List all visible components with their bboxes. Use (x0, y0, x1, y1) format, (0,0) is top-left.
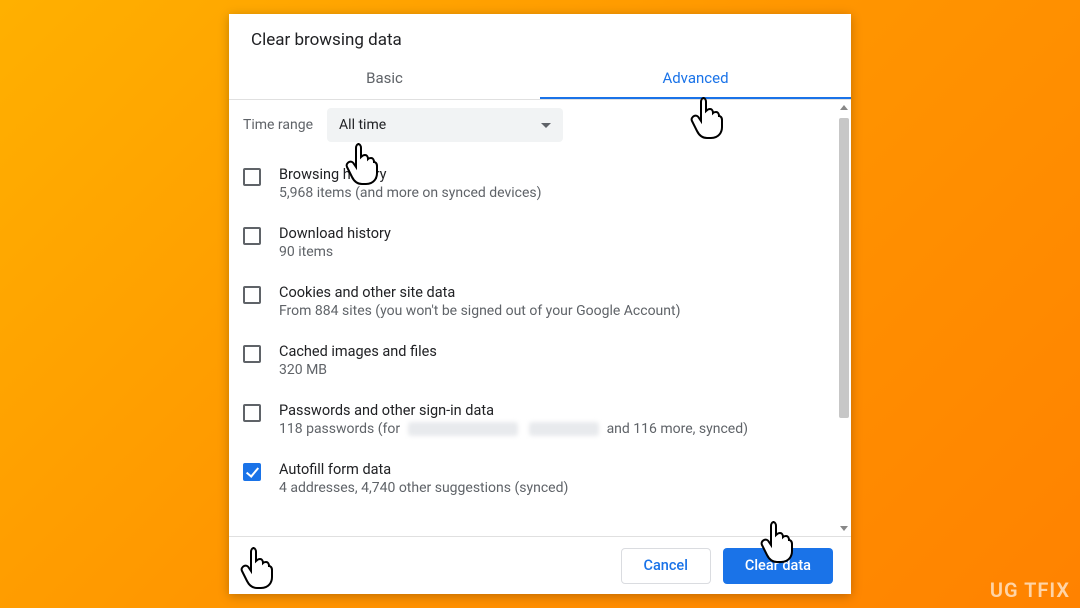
time-range-row: Time range All time (243, 100, 819, 156)
clear-data-button[interactable]: Clear data (723, 548, 833, 584)
checkbox-browsing-history[interactable] (243, 168, 261, 186)
cancel-button[interactable]: Cancel (621, 548, 711, 584)
scrollbar-thumb[interactable] (839, 118, 849, 418)
item-subtitle: 5,968 items (and more on synced devices) (279, 185, 542, 201)
scrollbar[interactable] (837, 100, 851, 536)
item-text: Download history 90 items (279, 225, 391, 260)
chevron-down-icon (541, 123, 551, 128)
checkbox-download-history[interactable] (243, 227, 261, 245)
item-title: Passwords and other sign-in data (279, 402, 748, 419)
checkbox-autofill[interactable] (243, 463, 261, 481)
item-title: Cookies and other site data (279, 284, 680, 301)
item-subtitle: From 884 sites (you won't be signed out … (279, 303, 680, 319)
item-subtitle-suffix: and 116 more, synced) (607, 421, 748, 437)
scrollbar-up-icon (840, 105, 848, 110)
tabs: Basic Advanced (229, 56, 851, 100)
dialog-footer: Cancel Clear data (229, 536, 851, 594)
list-item: Cached images and files 320 MB (243, 333, 819, 392)
redacted-text (408, 422, 518, 436)
list-item: Cookies and other site data From 884 sit… (243, 274, 819, 333)
item-title: Autofill form data (279, 461, 568, 478)
checkbox-cookies[interactable] (243, 286, 261, 304)
list-item: Download history 90 items (243, 215, 819, 274)
item-text: Browsing history 5,968 items (and more o… (279, 166, 542, 201)
list-item: Passwords and other sign-in data 118 pas… (243, 392, 819, 451)
scroll-area: Time range All time Browsing history 5,9… (229, 100, 837, 536)
checkbox-cached-images[interactable] (243, 345, 261, 363)
item-text: Passwords and other sign-in data 118 pas… (279, 402, 748, 437)
checkbox-passwords[interactable] (243, 404, 261, 422)
time-range-value: All time (339, 117, 386, 133)
dialog-title: Clear browsing data (229, 14, 851, 56)
item-title: Cached images and files (279, 343, 437, 360)
dialog-body: Time range All time Browsing history 5,9… (229, 100, 851, 536)
redacted-text (529, 422, 599, 436)
time-range-label: Time range (243, 117, 313, 133)
item-title: Download history (279, 225, 391, 242)
watermark: UG TFIX (990, 578, 1070, 602)
clear-browsing-data-dialog: Clear browsing data Basic Advanced Time … (229, 14, 851, 594)
item-title: Browsing history (279, 166, 542, 183)
list-item: Browsing history 5,968 items (and more o… (243, 156, 819, 215)
item-text: Cached images and files 320 MB (279, 343, 437, 378)
item-subtitle: 118 passwords (for and 116 more, synced) (279, 421, 748, 437)
list-item: Autofill form data 4 addresses, 4,740 ot… (243, 451, 819, 510)
item-text: Autofill form data 4 addresses, 4,740 ot… (279, 461, 568, 496)
item-subtitle: 320 MB (279, 362, 437, 378)
tab-advanced[interactable]: Advanced (540, 56, 851, 99)
scrollbar-down-icon (840, 526, 848, 531)
time-range-select[interactable]: All time (327, 108, 563, 142)
item-subtitle: 90 items (279, 244, 391, 260)
item-text: Cookies and other site data From 884 sit… (279, 284, 680, 319)
tab-basic[interactable]: Basic (229, 56, 540, 99)
item-subtitle: 4 addresses, 4,740 other suggestions (sy… (279, 480, 568, 496)
item-subtitle-prefix: 118 passwords (for (279, 421, 400, 437)
